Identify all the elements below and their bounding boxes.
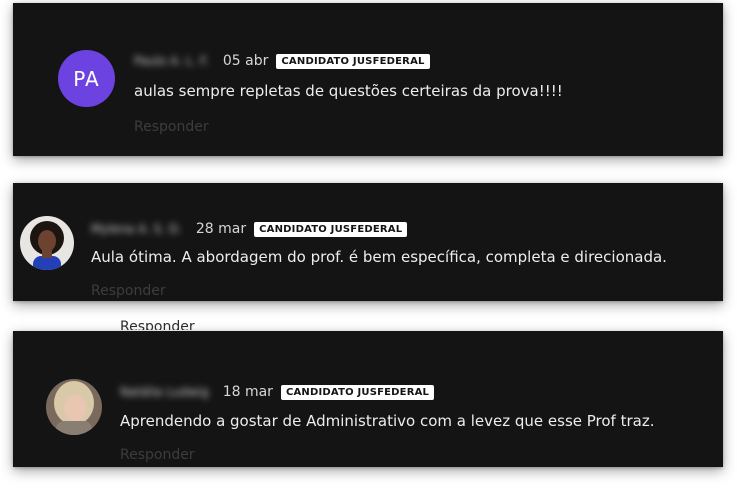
author-name[interactable]: Mylena A. S. D. bbox=[91, 222, 182, 236]
comment-meta: Mylena A. S. D. 28 mar CANDIDATO JUSFEDE… bbox=[91, 221, 408, 237]
comment-date: 18 mar bbox=[222, 384, 273, 400]
comment-card: Natália Ludwig 18 mar CANDIDATO JUSFEDER… bbox=[13, 331, 723, 467]
avatar: PA bbox=[58, 50, 115, 107]
reply-button-ghost: Responder bbox=[120, 319, 195, 330]
user-badge: CANDIDATO JUSFEDERAL bbox=[276, 53, 430, 69]
author-name[interactable]: Paulo A. L. F. bbox=[134, 54, 209, 68]
comment-text: aulas sempre repletas de questões certei… bbox=[134, 82, 563, 100]
reply-button[interactable]: Responder bbox=[120, 447, 195, 463]
comment-text: Aula ótima. A abordagem do prof. é bem e… bbox=[91, 248, 667, 266]
comment-card: Mylena A. S. D. 28 mar CANDIDATO JUSFEDE… bbox=[13, 183, 723, 301]
comment-card: PA Paulo A. L. F. 05 abr CANDIDATO JUSFE… bbox=[13, 3, 723, 156]
comment-meta: Paulo A. L. F. 05 abr CANDIDATO JUSFEDER… bbox=[134, 53, 430, 69]
comment-date: 05 abr bbox=[222, 53, 269, 69]
comment-text: Aprendendo a gostar de Administrativo co… bbox=[120, 412, 655, 430]
avatar bbox=[20, 216, 74, 270]
avatar-photo bbox=[20, 216, 74, 270]
author-name[interactable]: Natália Ludwig bbox=[120, 385, 209, 399]
reply-button[interactable]: Responder bbox=[91, 283, 166, 299]
user-badge: CANDIDATO JUSFEDERAL bbox=[254, 221, 408, 237]
comment-date: 28 mar bbox=[195, 221, 247, 237]
comment-meta: Natália Ludwig 18 mar CANDIDATO JUSFEDER… bbox=[120, 384, 435, 400]
avatar bbox=[46, 379, 102, 435]
avatar-photo bbox=[46, 379, 102, 435]
user-badge: CANDIDATO JUSFEDERAL bbox=[280, 384, 435, 400]
reply-button[interactable]: Responder bbox=[134, 119, 209, 135]
